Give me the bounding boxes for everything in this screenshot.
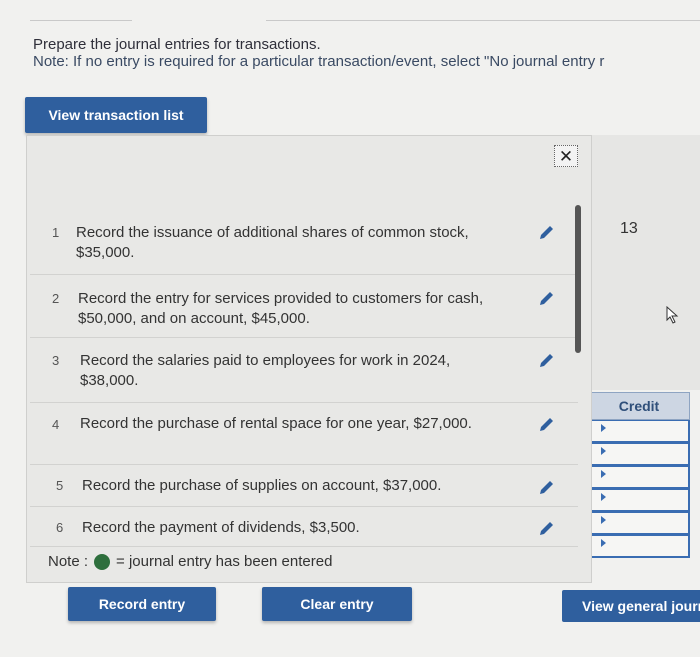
record-entry-button[interactable]: Record entry <box>68 587 216 621</box>
instructions: Prepare the journal entries for transact… <box>33 36 604 70</box>
list-item[interactable]: 2 Record the entry for services provided… <box>30 274 578 338</box>
list-item[interactable]: 1 Record the issuance of additional shar… <box>30 202 578 275</box>
row-marker-icon <box>601 539 606 547</box>
green-dot-icon <box>94 553 111 570</box>
view-general-journal-button[interactable]: View general journ <box>562 590 700 622</box>
credit-cell[interactable] <box>585 443 690 466</box>
scrollbar-thumb[interactable] <box>575 205 581 353</box>
row-marker-icon <box>601 424 606 432</box>
row-marker-icon <box>601 470 606 478</box>
credit-cells <box>585 420 690 558</box>
pencil-icon[interactable] <box>537 224 555 242</box>
item-number: 1 <box>52 225 60 240</box>
page-number: 13 <box>620 220 638 237</box>
list-item[interactable]: 6 Record the payment of dividends, $3,50… <box>30 506 578 547</box>
note-label: Note : <box>48 553 89 570</box>
row-marker-icon <box>601 493 606 501</box>
close-icon[interactable]: ✕ <box>554 145 578 167</box>
item-number: 4 <box>52 417 60 432</box>
instructions-line-1: Prepare the journal entries for transact… <box>33 36 321 53</box>
note-text: = journal entry has been entered <box>116 553 333 570</box>
row-marker-icon <box>601 447 606 455</box>
pencil-icon[interactable] <box>537 479 555 497</box>
credit-column-header: Credit <box>588 392 690 420</box>
pencil-icon[interactable] <box>537 520 555 538</box>
row-marker-icon <box>601 516 606 524</box>
item-text: Record the salaries paid to employees fo… <box>80 352 451 389</box>
credit-cell[interactable] <box>585 512 690 535</box>
pencil-icon[interactable] <box>537 416 555 434</box>
item-number: 3 <box>52 353 60 368</box>
list-item[interactable]: 4 Record the purchase of rental space fo… <box>30 402 578 465</box>
credit-cell[interactable] <box>585 489 690 512</box>
item-number: 5 <box>56 478 64 493</box>
pencil-icon[interactable] <box>537 290 555 308</box>
top-divider-right <box>266 20 700 21</box>
item-number: 2 <box>52 291 60 306</box>
item-text: Record the purchase of rental space for … <box>80 415 472 432</box>
item-number: 6 <box>56 520 64 535</box>
credit-cell[interactable] <box>585 420 690 443</box>
pencil-icon[interactable] <box>537 352 555 370</box>
top-divider-left <box>30 20 132 21</box>
credit-cell[interactable] <box>585 466 690 489</box>
view-transaction-list-button[interactable]: View transaction list <box>25 97 207 133</box>
legend-note: Note : = journal entry has been entered <box>48 553 332 570</box>
list-item[interactable]: 5 Record the purchase of supplies on acc… <box>30 464 578 507</box>
list-item[interactable]: 3 Record the salaries paid to employees … <box>30 337 578 403</box>
credit-cell[interactable] <box>585 535 690 558</box>
item-text: Record the purchase of supplies on accou… <box>82 477 442 494</box>
journal-panel-background <box>588 135 700 390</box>
item-text: Record the payment of dividends, $3,500. <box>82 519 360 536</box>
instructions-note: Note: If no entry is required for a part… <box>33 53 605 70</box>
item-text: Record the entry for services provided t… <box>78 290 484 327</box>
item-text: Record the issuance of additional shares… <box>76 224 469 261</box>
clear-entry-button[interactable]: Clear entry <box>262 587 412 621</box>
mouse-pointer-icon <box>666 306 679 324</box>
